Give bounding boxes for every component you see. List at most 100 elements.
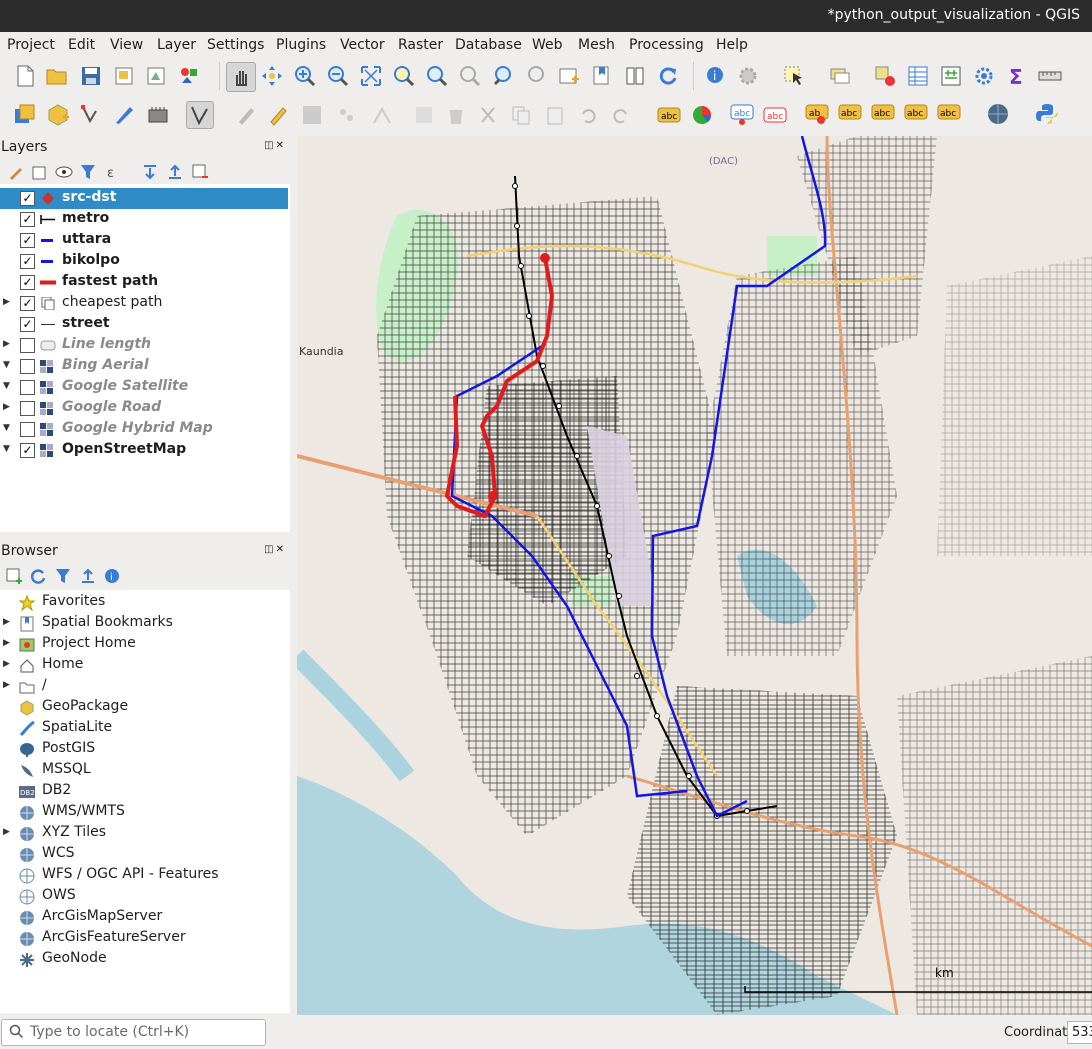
layout-manager-icon[interactable] (144, 64, 168, 88)
collapse-all-icon[interactable] (163, 160, 187, 184)
add-selected-layers-icon[interactable] (2, 564, 26, 588)
show-hide-labels-icon[interactable]: abc (838, 103, 862, 127)
label-toolbar-icon[interactable]: abc (657, 103, 681, 127)
identify-features-icon[interactable]: i (704, 64, 728, 88)
new-print-layout-icon[interactable] (112, 64, 136, 88)
layer-visibility-checkbox[interactable] (20, 338, 35, 353)
menu-plugins[interactable]: Plugins (276, 37, 326, 53)
expand-arrow-icon[interactable]: ▶ (3, 638, 10, 648)
zoom-to-selection-icon[interactable] (392, 64, 416, 88)
browser-item-favorites[interactable]: Favorites (0, 592, 288, 613)
zoom-full-icon[interactable] (359, 64, 383, 88)
python-console-icon[interactable] (1034, 101, 1060, 127)
layer-visibility-checkbox[interactable] (20, 401, 35, 416)
menu-view[interactable]: View (110, 37, 143, 53)
pan-to-selection-icon[interactable] (260, 64, 284, 88)
browser-item-db2[interactable]: DB2 DB2 (0, 781, 288, 802)
browser-item-postgis[interactable]: PostGIS (0, 739, 288, 760)
manage-visibility-icon[interactable] (52, 160, 76, 184)
coordinate-field[interactable]: 533 (1067, 1021, 1092, 1044)
select-by-value-icon[interactable] (828, 64, 852, 88)
browser-item-spatial-bookmarks[interactable]: ▶ Spatial Bookmarks (0, 613, 288, 634)
show-bookmarks-icon[interactable] (623, 64, 647, 88)
style-manager-icon[interactable] (177, 64, 201, 88)
panel-float-close-icon[interactable]: ◫✕ (264, 544, 286, 555)
expand-arrow-icon[interactable]: ▼ (3, 423, 10, 433)
layer-row-bing-aerial[interactable]: ▼ Bing Aerial (0, 356, 288, 377)
expand-arrow-icon[interactable]: ▶ (3, 680, 10, 690)
expand-arrow-icon[interactable]: ▶ (3, 339, 10, 349)
menu-raster[interactable]: Raster (398, 37, 443, 53)
layer-row-line-length[interactable]: ▶ Line length (0, 335, 288, 356)
layer-row-street[interactable]: ✓ street (0, 314, 288, 335)
browser-item-xyz-tiles[interactable]: ▶ XYZ Tiles (0, 823, 288, 844)
menu-web[interactable]: Web (532, 37, 563, 53)
expand-arrow-icon[interactable]: ▶ (3, 617, 10, 627)
deselect-all-icon[interactable] (873, 64, 897, 88)
panel-float-close-icon[interactable]: ◫✕ (264, 140, 286, 151)
statistical-summary-icon[interactable]: Σ (1005, 64, 1029, 88)
zoom-out-icon[interactable] (326, 64, 350, 88)
change-label-icon[interactable]: abc (937, 103, 961, 127)
layer-visibility-checkbox[interactable]: ✓ (20, 443, 35, 458)
plugin-globe-icon[interactable] (985, 101, 1011, 127)
expand-arrow-icon[interactable]: ▼ (3, 381, 10, 391)
browser-item-wms-wmts[interactable]: WMS/WMTS (0, 802, 288, 823)
remove-layer-icon[interactable] (188, 160, 212, 184)
menu-mesh[interactable]: Mesh (578, 37, 615, 53)
menu-vector[interactable]: Vector (340, 37, 385, 53)
expand-arrow-icon[interactable]: ▼ (3, 360, 10, 370)
layer-row-openstreetmap[interactable]: ▼ ✓ OpenStreetMap (0, 440, 288, 461)
pin-labels-icon[interactable]: abc (730, 103, 754, 127)
browser-item-arcgis-map[interactable]: ArcGisMapServer (0, 907, 288, 928)
layer-row-metro[interactable]: ✓ metro (0, 209, 288, 230)
new-temp-layer-icon[interactable] (112, 103, 136, 127)
expand-arrow-icon[interactable]: ▶ (3, 827, 10, 837)
expand-arrow-icon[interactable]: ▶ (3, 659, 10, 669)
pan-map-icon[interactable] (226, 62, 256, 92)
processing-toolbox-icon[interactable] (972, 64, 996, 88)
layer-visibility-checkbox[interactable] (20, 359, 35, 374)
pencil-icon[interactable] (266, 103, 290, 127)
data-source-manager-icon[interactable] (13, 103, 37, 127)
layer-visibility-checkbox[interactable]: ✓ (20, 191, 35, 206)
menu-database[interactable]: Database (455, 37, 522, 53)
add-group-icon[interactable] (28, 160, 52, 184)
rotate-label-icon[interactable]: abc (904, 103, 928, 127)
layer-row-google-hybrid[interactable]: ▼ Google Hybrid Map (0, 419, 288, 440)
browser-item-arcgis-feature[interactable]: ArcGisFeatureServer (0, 928, 288, 949)
layer-row-fastest-path[interactable]: ✓ fastest path (0, 272, 288, 293)
layer-row-google-satellite[interactable]: ▼ Google Satellite (0, 377, 288, 398)
refresh-icon[interactable] (656, 64, 680, 88)
layer-row-uttara[interactable]: ✓ uttara (0, 230, 288, 251)
menu-settings[interactable]: Settings (207, 37, 264, 53)
map-canvas[interactable]: Kaundia (DAC) km (297, 136, 1092, 1015)
refresh-icon[interactable] (26, 564, 50, 588)
browser-item-project-home[interactable]: ▶ Project Home (0, 634, 288, 655)
browser-item-wfs[interactable]: WFS / OGC API - Features (0, 865, 288, 886)
vertex-tool-icon[interactable] (186, 101, 214, 129)
layer-visibility-checkbox[interactable]: ✓ (20, 296, 35, 311)
locator-search[interactable]: Type to locate (Ctrl+K) (1, 1019, 266, 1046)
browser-item-spatialite[interactable]: SpatiaLite (0, 718, 288, 739)
menu-help[interactable]: Help (716, 37, 748, 53)
layer-row-google-road[interactable]: ▶ Google Road (0, 398, 288, 419)
select-features-icon[interactable] (782, 64, 806, 88)
move-label-icon[interactable]: abc (871, 103, 895, 127)
browser-item-wcs[interactable]: WCS (0, 844, 288, 865)
layer-visibility-checkbox[interactable]: ✓ (20, 317, 35, 332)
new-geopackage-icon[interactable] (46, 103, 70, 127)
diagram-options-icon[interactable] (690, 103, 714, 127)
menu-project[interactable]: Project (7, 37, 55, 53)
layer-row-src-dst[interactable]: ✓ src-dst (0, 188, 288, 209)
zoom-in-icon[interactable] (293, 64, 317, 88)
layer-visibility-checkbox[interactable]: ✓ (20, 212, 35, 227)
layer-styling-icon[interactable] (4, 160, 28, 184)
browser-item-home[interactable]: ▶ Home (0, 655, 288, 676)
browser-item-mssql[interactable]: MSSQL (0, 760, 288, 781)
collapse-all-icon[interactable] (76, 564, 100, 588)
layer-row-cheapest-path[interactable]: ▶ ✓ cheapest path (0, 293, 288, 314)
browser-item-ows[interactable]: OWS (0, 886, 288, 907)
new-virtual-layer-icon[interactable] (146, 103, 170, 127)
zoom-last-icon[interactable] (491, 64, 515, 88)
